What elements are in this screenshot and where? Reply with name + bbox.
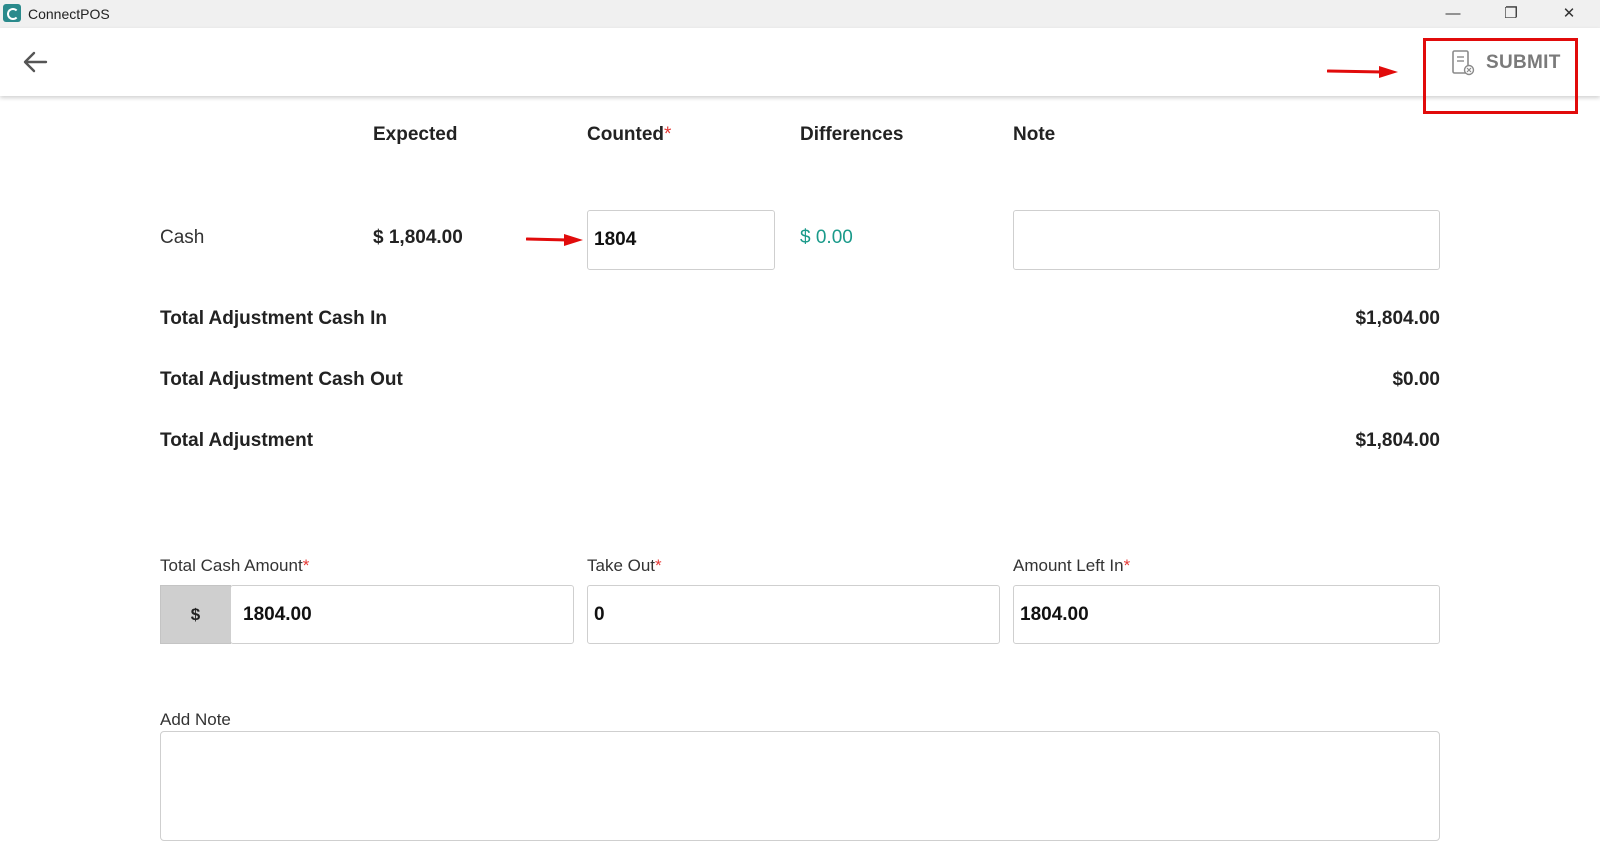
add-note-textarea[interactable] — [160, 731, 1440, 841]
take-out-label: Take Out* — [587, 556, 662, 576]
add-note-label: Add Note — [160, 710, 231, 729]
column-header-differences: Differences — [800, 124, 904, 145]
annotation-highlight-box — [1423, 38, 1578, 114]
arrow-left-icon — [23, 51, 48, 73]
cash-row-label: Cash — [160, 227, 205, 248]
required-asterisk: * — [1123, 556, 1131, 575]
total-cash-in-value: $1,804.00 — [1355, 308, 1440, 329]
page-header: SUBMIT — [0, 28, 1600, 96]
cash-expected-value: $ 1,804.00 — [373, 227, 463, 248]
restore-button[interactable]: ❐ — [1488, 0, 1534, 28]
total-cash-amount-value: 1804.00 — [243, 603, 312, 625]
column-header-note: Note — [1013, 124, 1056, 145]
amount-left-in-input[interactable]: 1804.00 — [1013, 585, 1440, 644]
total-cash-in-label: Total Adjustment Cash In — [160, 308, 387, 329]
total-adjustment-label: Total Adjustment — [160, 430, 314, 451]
window-titlebar: ConnectPOS — ❐ ✕ — [0, 0, 1600, 28]
total-cash-out-label: Total Adjustment Cash Out — [160, 369, 403, 390]
total-cash-out-value: $0.00 — [1392, 369, 1440, 390]
column-header-counted: Counted* — [587, 124, 671, 146]
amount-left-in-label: Amount Left In* — [1013, 556, 1130, 576]
column-header-counted-label: Counted — [587, 124, 665, 145]
total-cash-amount-label-text: Total Cash Amount — [160, 556, 303, 575]
currency-prefix: $ — [160, 585, 231, 644]
counted-input[interactable]: 1804 — [587, 210, 775, 270]
amount-left-in-value: 1804.00 — [1020, 603, 1089, 625]
total-adjustment-value: $1,804.00 — [1355, 430, 1440, 451]
back-button[interactable] — [20, 48, 52, 76]
window-title: ConnectPOS — [28, 6, 110, 22]
required-asterisk: * — [302, 556, 310, 575]
counted-input-value: 1804 — [594, 229, 637, 250]
required-asterisk: * — [664, 124, 672, 145]
total-cash-amount-label: Total Cash Amount* — [160, 556, 309, 576]
annotation-arrow-right-icon — [1327, 66, 1398, 78]
cash-difference-value: $ 0.00 — [800, 227, 853, 248]
required-asterisk: * — [655, 556, 662, 575]
take-out-input[interactable]: 0 — [587, 585, 1000, 644]
annotation-arrow-right-icon — [526, 234, 583, 246]
amount-left-in-label-text: Amount Left In — [1013, 556, 1124, 575]
minimize-button[interactable]: — — [1430, 0, 1476, 28]
cash-note-input[interactable] — [1013, 210, 1440, 270]
take-out-label-text: Take Out — [587, 556, 656, 575]
connectpos-logo-icon — [3, 4, 21, 22]
close-window-button[interactable]: ✕ — [1546, 0, 1592, 28]
column-header-expected: Expected — [373, 124, 458, 145]
take-out-value: 0 — [594, 603, 605, 625]
total-cash-amount-input[interactable]: 1804.00 — [230, 585, 574, 644]
